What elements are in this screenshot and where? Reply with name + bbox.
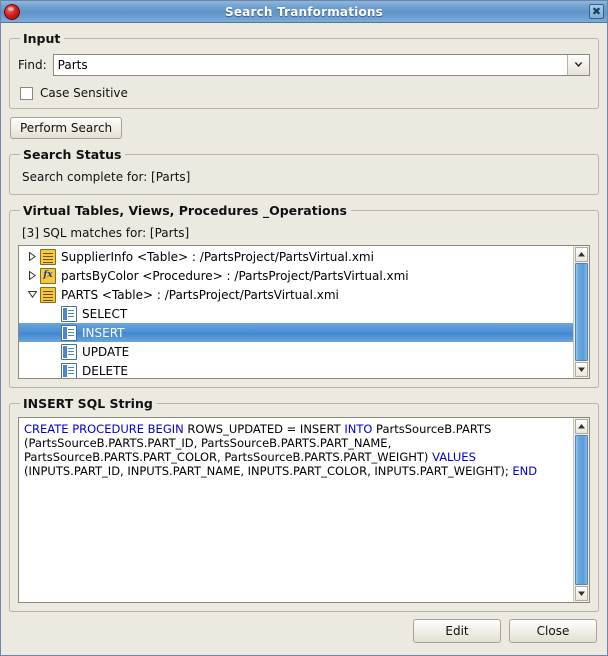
tree-row-label: PARTS <Table> : /PartsProject/PartsVirtu… [61,288,339,302]
search-status-text: Search complete for: [Parts] [22,170,590,184]
sql-text-panel: CREATE PROCEDURE BEGIN ROWS_UPDATED = IN… [18,417,590,603]
sql-operation-icon [61,344,77,360]
perform-search-button[interactable]: Perform Search [10,117,122,139]
close-button[interactable]: Close [509,619,597,643]
input-group-legend: Input [20,31,64,46]
sql-scroll-thumb[interactable] [575,435,588,585]
search-transformations-dialog: Search Tranformations ✖ Input Find: Case… [0,0,608,656]
tree-row[interactable]: UPDATE [19,342,573,361]
find-row: Find: [18,54,590,76]
scroll-down-icon[interactable] [575,586,588,601]
window-title: Search Tranformations [1,5,607,19]
tree-row-label: INSERT [82,326,125,340]
results-tree-panel: SupplierInfo <Table> : /PartsProject/Par… [18,245,590,379]
sql-operation-icon [61,363,77,379]
table-icon [40,249,56,265]
scroll-down-icon[interactable] [575,362,588,377]
title-bar: Search Tranformations ✖ [1,1,607,23]
sql-keyword: END [512,464,537,478]
dialog-content: Input Find: Case Sensitive Perform Searc… [1,23,607,609]
sql-operation-icon [61,325,77,341]
tree-row[interactable]: INSERT [19,323,573,342]
sql-operation-icon [61,306,77,322]
case-sensitive-label: Case Sensitive [40,86,128,100]
input-group: Input Find: Case Sensitive [9,31,599,109]
scroll-up-icon[interactable] [575,419,588,434]
tree-row[interactable]: PARTS <Table> : /PartsProject/PartsVirtu… [19,285,573,304]
twisty-expanded-icon[interactable] [24,291,40,298]
tree-row[interactable]: SupplierInfo <Table> : /PartsProject/Par… [19,247,573,266]
tree-scroll-track[interactable] [574,263,589,361]
app-red-sphere-icon [4,4,20,20]
tree-row[interactable]: fx partsByColor <Procedure> : /PartsProje… [19,266,573,285]
case-sensitive-checkbox[interactable] [20,87,33,100]
case-sensitive-row[interactable]: Case Sensitive [20,86,590,100]
tree-row-label: SupplierInfo <Table> : /PartsProject/Par… [61,250,374,264]
find-label: Find: [18,58,47,72]
tree-row-label: SELECT [82,307,127,321]
chevron-down-icon[interactable] [567,55,589,75]
sql-string-legend: INSERT SQL String [20,396,157,411]
find-combobox[interactable] [53,54,590,76]
edit-button[interactable]: Edit [413,619,501,643]
tree-row-label: UPDATE [82,345,129,359]
sql-text-fragment: ROWS_UPDATED = INSERT [184,422,345,436]
sql-string-group: INSERT SQL String CREATE PROCEDURE BEGIN… [9,396,599,612]
sql-keyword: CREATE PROCEDURE BEGIN [24,422,184,436]
tree-row-label: partsByColor <Procedure> : /PartsProject… [61,269,409,283]
sql-scrollbar[interactable] [573,418,589,602]
results-group-legend: Virtual Tables, Views, Procedures _Opera… [20,203,351,218]
dialog-footer: Edit Close [1,609,607,655]
tree-row[interactable]: DELETE [19,361,573,378]
results-tree[interactable]: SupplierInfo <Table> : /PartsProject/Par… [19,246,573,378]
procedure-icon: fx [40,268,56,284]
search-status-legend: Search Status [20,147,125,162]
sql-keyword: VALUES [432,450,476,464]
scroll-up-icon[interactable] [575,247,588,262]
close-icon[interactable]: ✖ [589,4,604,19]
perform-search-row: Perform Search [10,117,599,139]
search-input[interactable] [54,55,567,75]
sql-text-area[interactable]: CREATE PROCEDURE BEGIN ROWS_UPDATED = IN… [19,418,573,602]
tree-row[interactable]: SELECT [19,304,573,323]
search-status-group: Search Status Search complete for: [Part… [9,147,599,195]
sql-scroll-track[interactable] [574,435,589,585]
tree-row-label: DELETE [82,364,128,378]
sql-matches-count: [3] SQL matches for: [Parts] [22,226,590,240]
twisty-collapsed-icon[interactable] [24,271,40,280]
sql-keyword: INTO [344,422,372,436]
results-group: Virtual Tables, Views, Procedures _Opera… [9,203,599,388]
tree-scrollbar[interactable] [573,246,589,378]
twisty-collapsed-icon[interactable] [24,252,40,261]
table-icon [40,287,56,303]
tree-scroll-thumb[interactable] [575,263,588,361]
